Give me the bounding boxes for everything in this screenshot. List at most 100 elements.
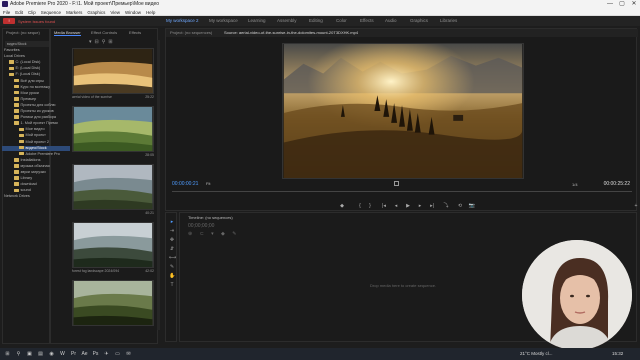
tree-item[interactable]: музыка обычная [2, 164, 70, 170]
timeline-timecode[interactable]: 00;00;00;00 [188, 223, 214, 229]
workspace-tab-8[interactable]: Graphics [410, 16, 428, 26]
workspace-tab-9[interactable]: Libraries [440, 16, 457, 26]
premiere-icon[interactable]: Pr [70, 351, 77, 357]
transport-button-10[interactable]: 📷 [468, 201, 476, 211]
transport-button-11[interactable]: + [632, 201, 640, 211]
media-thumbnail[interactable] [72, 164, 154, 210]
telegram-icon[interactable]: ✈ [103, 351, 110, 357]
chrome-icon[interactable]: ◉ [48, 351, 55, 357]
tab-effect-controls[interactable]: Effect Controls [91, 30, 117, 35]
mail-icon[interactable]: ✉ [125, 351, 132, 357]
video-preview[interactable] [282, 43, 524, 179]
tool-button-4[interactable]: ⟷ [169, 255, 176, 261]
tab-project[interactable]: Project: (no seque) [6, 30, 40, 35]
tree-item[interactable]: Ролики для разбора [2, 115, 70, 121]
tool-button-0[interactable]: ▸ [169, 219, 175, 225]
tree-item[interactable]: Мое видео [2, 127, 70, 133]
tree-item[interactable]: Favorites [2, 48, 70, 54]
tree-item[interactable]: download [2, 182, 70, 188]
tree-item[interactable]: Installations [2, 158, 70, 164]
source-timecode[interactable]: 00:00:00:21 [172, 181, 198, 187]
tree-item[interactable]: Local Drives [2, 54, 70, 60]
aftereffects-icon[interactable]: Ae [81, 351, 88, 357]
workspace-tab-5[interactable]: Color [336, 16, 347, 26]
menu-item-graphics[interactable]: Graphics [87, 10, 105, 15]
menu-item-sequence[interactable]: Sequence [41, 10, 61, 15]
zoom-fit-select[interactable]: Fit [206, 181, 224, 187]
media-thumbnail[interactable] [72, 280, 154, 326]
media-thumbnail[interactable] [72, 106, 154, 152]
workspace-tab-6[interactable]: Effects [360, 16, 374, 26]
taskview-icon[interactable]: ▣ [26, 351, 33, 357]
tree-item[interactable]: Мой проект 2 [2, 140, 70, 146]
explorer-icon[interactable]: ▤ [37, 351, 44, 357]
tree-item[interactable]: Проекты из уроков [2, 109, 70, 115]
workspace-tab-0[interactable]: My workspace 2 [166, 16, 199, 26]
tool-button-1[interactable]: ⇥ [169, 228, 175, 234]
maximize-button[interactable]: ▢ [616, 0, 628, 9]
media-thumbnail[interactable] [72, 48, 154, 94]
tab-program[interactable]: Project: (no sequences) [170, 29, 212, 37]
clock[interactable]: 15:32 [612, 351, 623, 356]
media-toolbar[interactable]: ▾⊟⚲⊞ [89, 39, 116, 45]
tool-button-7[interactable]: T [169, 282, 175, 288]
monitor-time-ruler[interactable] [172, 191, 632, 192]
media-scrollbar[interactable] [157, 40, 160, 330]
transport-button-8[interactable]: ⤵ [442, 201, 450, 211]
menu-item-view[interactable]: View [110, 10, 120, 15]
system-issues-text[interactable]: System Issues found [18, 19, 68, 24]
close-button[interactable]: ✕ [628, 0, 640, 9]
tree-item[interactable]: F: (Local Disk) [2, 72, 70, 78]
tree-item[interactable]: Мой проект [2, 133, 70, 139]
transport-button-9[interactable]: ⟲ [456, 201, 464, 211]
photoshop-icon[interactable]: Ps [92, 351, 99, 357]
tab-source[interactable]: Source: aerial-video-of-the-sunrise-in-t… [224, 29, 358, 37]
workspace-tab-1[interactable]: My workspace [209, 16, 238, 26]
tab-media-browser[interactable]: Media Browser [54, 30, 81, 36]
tree-item[interactable]: Курс по монтажу [2, 85, 70, 91]
workspace-tab-4[interactable]: Editing [309, 16, 323, 26]
workspace-tab-2[interactable]: Learning [248, 16, 266, 26]
folder-icon[interactable]: ▭ [114, 351, 121, 357]
transport-button-1[interactable]: { [356, 201, 364, 211]
menu-item-window[interactable]: Window [125, 10, 141, 15]
weather-widget[interactable]: 21°C Mostly cl... [520, 351, 553, 356]
transport-button-4[interactable]: ◂ [392, 201, 400, 211]
word-icon[interactable]: W [59, 351, 66, 357]
timeline-title[interactable]: Timeline: (no sequences) [188, 215, 233, 220]
tree-item[interactable]: Проекты для соблю [2, 103, 70, 109]
tree-item[interactable]: C: (Local Disk) [2, 60, 70, 66]
workspace-tab-7[interactable]: Audio [385, 16, 397, 26]
workspace-tab-3[interactable]: Assembly [277, 16, 297, 26]
transport-button-7[interactable]: ▸| [428, 201, 436, 211]
search-input[interactable]: видео/Stock [5, 41, 49, 47]
timeline-toolbar[interactable]: ⊕ ⊂ ▾ ◆ ✎ [188, 231, 239, 237]
menu-item-clip[interactable]: Clip [28, 10, 36, 15]
start-icon[interactable]: ⊞ [4, 351, 11, 357]
tree-item[interactable]: Премьер [2, 97, 70, 103]
transport-button-2[interactable]: } [366, 201, 374, 211]
minimize-button[interactable]: — [604, 0, 616, 9]
tree-item[interactable]: звуки загрузки [2, 170, 70, 176]
resolution-select[interactable]: 1/4 [572, 182, 578, 187]
menu-item-markers[interactable]: Markers [66, 10, 82, 15]
transport-button-6[interactable]: ▸ [416, 201, 424, 211]
tool-button-5[interactable]: ✎ [169, 264, 175, 270]
tree-item[interactable]: sound [2, 188, 70, 194]
tree-item[interactable]: видео/Stock [2, 145, 70, 152]
transport-button-3[interactable]: |◂ [380, 201, 388, 211]
tree-item[interactable]: Мои уроки [2, 91, 70, 97]
playhead-marker-icon[interactable] [394, 181, 399, 186]
tool-button-6[interactable]: ✋ [169, 273, 175, 279]
search-icon[interactable]: ⚲ [15, 351, 22, 357]
media-thumbnail[interactable] [72, 222, 154, 268]
tree-item[interactable]: Network Drives [2, 194, 70, 200]
transport-button-5[interactable]: ▶ [404, 201, 412, 211]
tree-item[interactable]: Adobe Premiere Pro [2, 152, 70, 158]
transport-button-0[interactable]: ◆ [338, 201, 346, 211]
menu-item-help[interactable]: Help [146, 10, 155, 15]
menu-item-file[interactable]: File [3, 10, 10, 15]
tree-item[interactable]: Library [2, 176, 70, 182]
tree-item[interactable]: 1. Мой проект Преми [2, 121, 70, 127]
warning-icon[interactable]: ! [3, 18, 15, 24]
